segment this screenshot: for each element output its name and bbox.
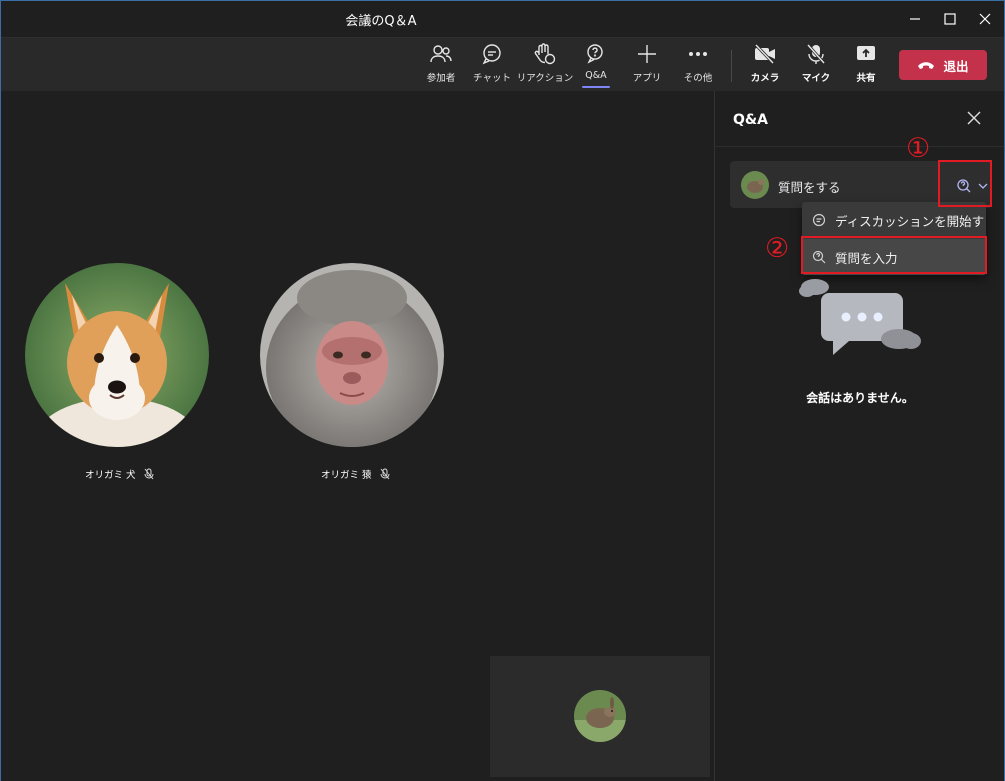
close-icon (967, 111, 981, 125)
empty-state-text: 会話はありません。 (806, 391, 914, 405)
minimize-icon (910, 18, 920, 20)
reactions-button[interactable]: リアクション (516, 42, 574, 88)
maximize-button[interactable] (933, 5, 967, 33)
qa-label: Q&A (585, 70, 607, 81)
mic-off-icon (806, 44, 826, 64)
camera-label: カメラ (750, 73, 780, 84)
participant-avatar-monkey[interactable] (260, 263, 444, 447)
mic-muted-icon (380, 468, 390, 480)
teams-meeting-window: 会議のQ＆A 参加者 チャット リアクション Q&A アプリ その他 カメラ マ… (0, 0, 1005, 781)
active-tab-indicator (582, 86, 610, 88)
participant-name-monkey: オリガミ 猿 (321, 467, 390, 481)
chat-icon (482, 44, 501, 65)
qa-side-panel: Q&A 質問をする ディスカッションを開始す 質問を入力 ① ② 会話はありませ… (714, 91, 1004, 781)
self-view[interactable] (490, 656, 710, 777)
participant-name-dog: オリガミ 犬 (85, 467, 154, 481)
participants-label: 参加者 (426, 73, 456, 84)
empty-conversation-illustration (799, 279, 921, 355)
maximize-icon (944, 13, 956, 25)
video-stage: オリガミ 犬 オリガミ 猿 (1, 91, 714, 781)
share-icon (857, 46, 875, 60)
panel-divider (715, 146, 1004, 147)
meeting-toolbar: 参加者 チャット リアクション Q&A アプリ その他 カメラ マイク 共有 退… (1, 37, 1004, 91)
camera-off-icon (754, 43, 775, 65)
people-icon (430, 45, 452, 63)
close-window-button[interactable] (968, 5, 1002, 33)
raise-hand-icon (534, 43, 556, 65)
participants-button[interactable]: 参加者 (416, 42, 466, 88)
qa-icon (587, 44, 603, 64)
mic-muted-icon (144, 468, 154, 480)
apps-label: アプリ (632, 73, 662, 84)
toolbar-separator (731, 50, 732, 82)
mic-button[interactable]: マイク (791, 42, 841, 88)
reactions-label: リアクション (516, 73, 574, 84)
minimize-button[interactable] (898, 5, 932, 33)
user-avatar (741, 171, 769, 199)
camera-button[interactable]: カメラ (740, 42, 790, 88)
apps-button[interactable]: アプリ (622, 42, 672, 88)
participant-name-text: オリガミ 猿 (321, 470, 372, 481)
plus-icon (638, 45, 656, 63)
callout-step1: ① (906, 133, 931, 164)
more-label: その他 (683, 73, 713, 84)
more-icon (689, 51, 708, 56)
self-avatar (574, 690, 626, 742)
callout-step2: ② (765, 233, 790, 264)
participant-name-text: オリガミ 犬 (85, 470, 136, 481)
panel-title: Q&A (733, 112, 768, 128)
window-title: 会議のQ＆A (345, 14, 417, 29)
hang-up-icon (918, 62, 935, 69)
leave-button[interactable]: 退出 (899, 50, 987, 80)
rabbit-thumbnail (741, 171, 769, 199)
monkey-photo (260, 263, 444, 447)
highlight-box-step2 (801, 236, 987, 274)
panel-close-button[interactable] (965, 109, 983, 127)
title-bar: 会議のQ＆A (1, 1, 1004, 37)
rabbit-photo (574, 690, 626, 742)
participant-avatar-dog[interactable] (25, 263, 209, 447)
discussion-icon (812, 213, 826, 227)
menu-item-label: ディスカッションを開始す (835, 213, 985, 229)
ask-question-placeholder: 質問をする (778, 180, 841, 195)
close-icon (979, 13, 991, 25)
chat-label: チャット (473, 73, 511, 84)
corgi-photo (25, 263, 209, 447)
mic-label: マイク (801, 73, 831, 84)
menu-item-start-discussion[interactable]: ディスカッションを開始す (802, 202, 986, 238)
more-button[interactable]: その他 (673, 42, 723, 88)
share-label: 共有 (856, 73, 876, 84)
chat-button[interactable]: チャット (467, 42, 517, 88)
qa-button[interactable]: Q&A (571, 42, 621, 88)
share-button[interactable]: 共有 (841, 42, 891, 88)
highlight-box-step1 (938, 160, 992, 207)
leave-label: 退出 (943, 58, 969, 74)
